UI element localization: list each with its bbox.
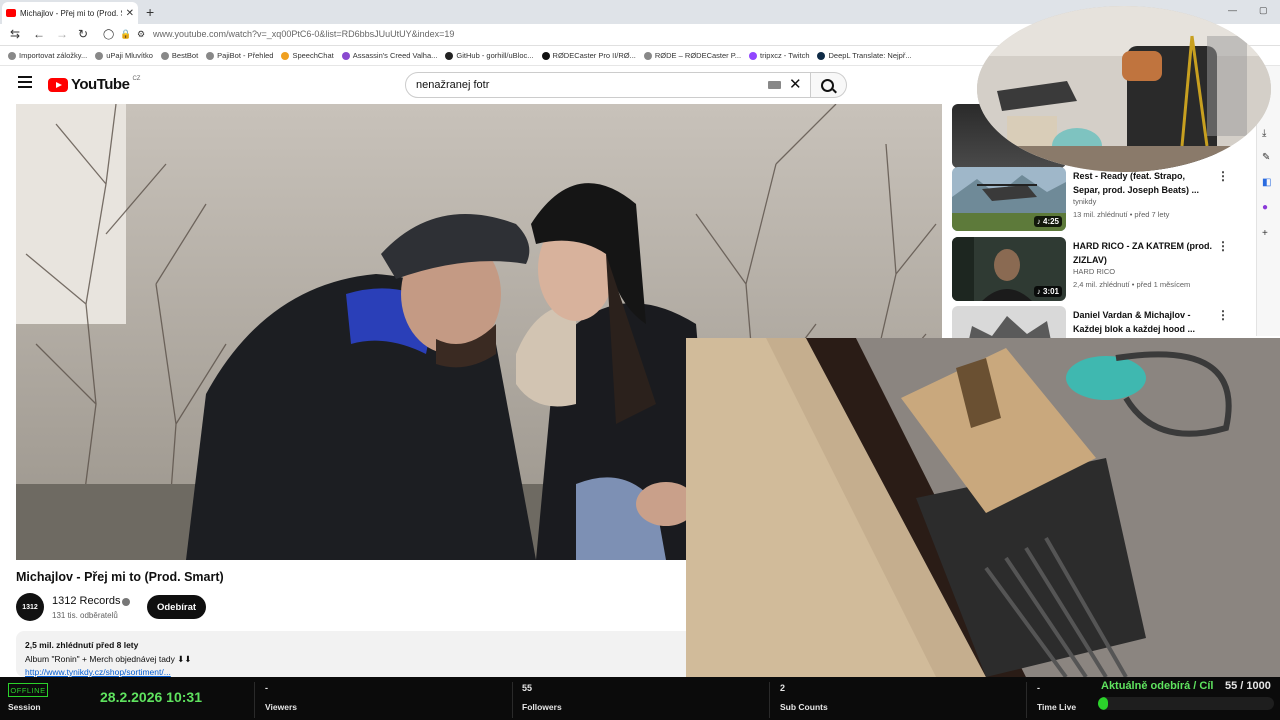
- bookmark-item[interactable]: PajiBot - Přehled: [206, 51, 273, 60]
- video-thumbnail: ♪ 4:25: [952, 167, 1066, 231]
- webcam-image: [977, 6, 1271, 172]
- bookmark-item[interactable]: BestBot: [160, 51, 198, 60]
- translate-icon[interactable]: ◧: [1262, 177, 1271, 188]
- channel-subscribers: 131 tis. odběratelů: [52, 611, 118, 620]
- bookmark-item[interactable]: Importovat záložky...: [8, 51, 87, 60]
- session-datetime: 28.2.2026 10:31: [100, 689, 202, 705]
- site-settings-icon[interactable]: ⚙: [137, 29, 145, 40]
- bookmark-item[interactable]: uPaji Mluvítko: [95, 51, 153, 60]
- new-tab-button[interactable]: +: [146, 4, 154, 20]
- bookmark-icon: [341, 51, 350, 60]
- bookmark-item[interactable]: tripxcz - Twitch: [749, 51, 809, 60]
- subcount-value: 2: [780, 683, 786, 693]
- clear-search-icon[interactable]: ✕: [789, 75, 802, 93]
- bookmark-icon: [281, 51, 290, 60]
- maximize-button[interactable]: ▢: [1259, 5, 1268, 16]
- globe-icon: [643, 51, 652, 60]
- forward-icon[interactable]: →: [56, 27, 68, 41]
- channel-name[interactable]: 1312 Records: [52, 595, 121, 607]
- menu-icon[interactable]: [18, 76, 32, 88]
- verified-icon: [122, 598, 130, 606]
- minimize-button[interactable]: —: [1228, 5, 1237, 16]
- back-icon[interactable]: ←: [33, 27, 45, 41]
- lock-icon[interactable]: 🔒: [120, 29, 131, 40]
- description-text: Album "Ronin" + Merch objednávej tady ⬇⬇: [25, 654, 192, 664]
- add-panel-icon[interactable]: +: [1262, 228, 1268, 239]
- github-icon: [445, 51, 454, 60]
- search-input[interactable]: nenažranej fotr: [416, 79, 489, 91]
- timelive-label: Time Live: [1037, 702, 1077, 712]
- video-title: Michajlov - Přej mi to (Prod. Smart): [16, 570, 224, 584]
- status-badge: OFFLINE: [8, 683, 48, 697]
- goal-value: 55 / 1000: [1225, 680, 1271, 692]
- tab-close-icon[interactable]: ✕: [126, 8, 134, 19]
- keyboard-icon[interactable]: [768, 81, 781, 89]
- followers-value: 55: [522, 683, 533, 693]
- goal-label: Aktuálně odebírá / Cíl: [1101, 680, 1214, 692]
- bookmark-item[interactable]: Assassin's Creed Valha...: [341, 51, 437, 60]
- url-field[interactable]: www.youtube.com/watch?v=_xq00PtC6-0&list…: [153, 29, 454, 39]
- description-stats: 2,5 mil. zhlédnutí před 8 lety: [25, 640, 139, 650]
- divider: [769, 682, 770, 718]
- video-title: HARD RICO - ZA KATREM (prod. ZIZLAV): [1073, 241, 1212, 265]
- subcount-label: Sub Counts: [780, 702, 828, 712]
- bookmark-item[interactable]: RØDECaster Pro II/RØ...: [541, 51, 636, 60]
- video-meta: 2,4 mil. zhlédnutí • před 1 měsícem: [1073, 280, 1191, 289]
- extension-icon[interactable]: ●: [1262, 202, 1268, 213]
- bookmark-icon: [95, 51, 104, 60]
- webcam-overlay: [977, 6, 1271, 172]
- twitch-icon: [749, 51, 758, 60]
- divider: [254, 682, 255, 718]
- bookmark-icon: [8, 51, 16, 60]
- video-title: Daniel Vardan & Michajlov - Každej blok …: [1073, 310, 1196, 334]
- deepl-icon: [817, 51, 826, 60]
- divider: [1026, 682, 1027, 718]
- subscribe-button[interactable]: Odebírat: [147, 595, 206, 619]
- download-icon[interactable]: ⤓: [1262, 128, 1266, 139]
- more-options-icon[interactable]: ⋮: [1217, 169, 1229, 183]
- more-options-icon[interactable]: ⋮: [1217, 308, 1229, 322]
- shield-icon[interactable]: ◯: [103, 29, 114, 40]
- window-controls: — ▢: [1228, 5, 1268, 16]
- bookmark-item[interactable]: SpeechChat: [281, 51, 334, 60]
- bookmark-icon: [541, 51, 550, 60]
- globe-icon: [160, 51, 169, 60]
- recommended-video[interactable]: ♪ 4:25 Rest - Ready (feat. Strapo, Separ…: [952, 167, 1232, 231]
- youtube-logo[interactable]: YouTube CZ: [48, 76, 140, 93]
- followers-label: Followers: [522, 702, 562, 712]
- viewers-label: Viewers: [265, 702, 297, 712]
- video-channel[interactable]: HARD RICO: [1073, 267, 1115, 276]
- video-duration: ♪ 3:01: [1033, 286, 1062, 297]
- bookmark-item[interactable]: RØDE – RØDECaster P...: [643, 51, 741, 60]
- youtube-play-icon: [48, 77, 68, 92]
- pen-icon[interactable]: ✎: [1262, 152, 1270, 163]
- camera-overlay: [686, 338, 1280, 677]
- video-duration: ♪ 4:25: [1033, 216, 1062, 227]
- goal-progress-bar: [1098, 697, 1274, 710]
- bookmark-item[interactable]: GitHub - gorhill/uBloc...: [445, 51, 534, 60]
- description-link[interactable]: http://www.tynikdy.cz/shop/sortiment/...: [25, 667, 171, 677]
- video-channel[interactable]: tynikdy: [1073, 197, 1096, 206]
- browser-tab-active[interactable]: Michajlov - Přej mi to (Prod. Sm ✕: [2, 2, 138, 24]
- goal-progress-fill: [1098, 697, 1108, 710]
- bookmark-icon: [206, 51, 215, 60]
- video-title: Rest - Ready (feat. Strapo, Separ, prod.…: [1073, 171, 1200, 195]
- sidebar-toggle-icon[interactable]: ⇆: [10, 27, 20, 41]
- camera-image: [686, 338, 1280, 677]
- video-thumbnail: ♪ 3:01: [952, 237, 1066, 301]
- video-meta: 13 mil. zhlédnutí • před 7 lety: [1073, 210, 1170, 219]
- more-options-icon[interactable]: ⋮: [1217, 239, 1229, 253]
- tab-title: Michajlov - Přej mi to (Prod. Sm: [20, 8, 122, 18]
- reload-icon[interactable]: ↻: [78, 27, 88, 41]
- viewers-value: -: [265, 683, 268, 693]
- youtube-favicon-icon: [6, 9, 16, 17]
- session-label: Session: [8, 702, 41, 712]
- divider: [512, 682, 513, 718]
- channel-avatar[interactable]: 1312: [16, 593, 44, 621]
- bookmark-item[interactable]: DeepL Translate: Nejpř...: [817, 51, 912, 60]
- timelive-value: -: [1037, 683, 1040, 693]
- recommended-video[interactable]: ♪ 3:01 HARD RICO - ZA KATREM (prod. ZIZL…: [952, 237, 1232, 301]
- search-button[interactable]: [811, 72, 847, 98]
